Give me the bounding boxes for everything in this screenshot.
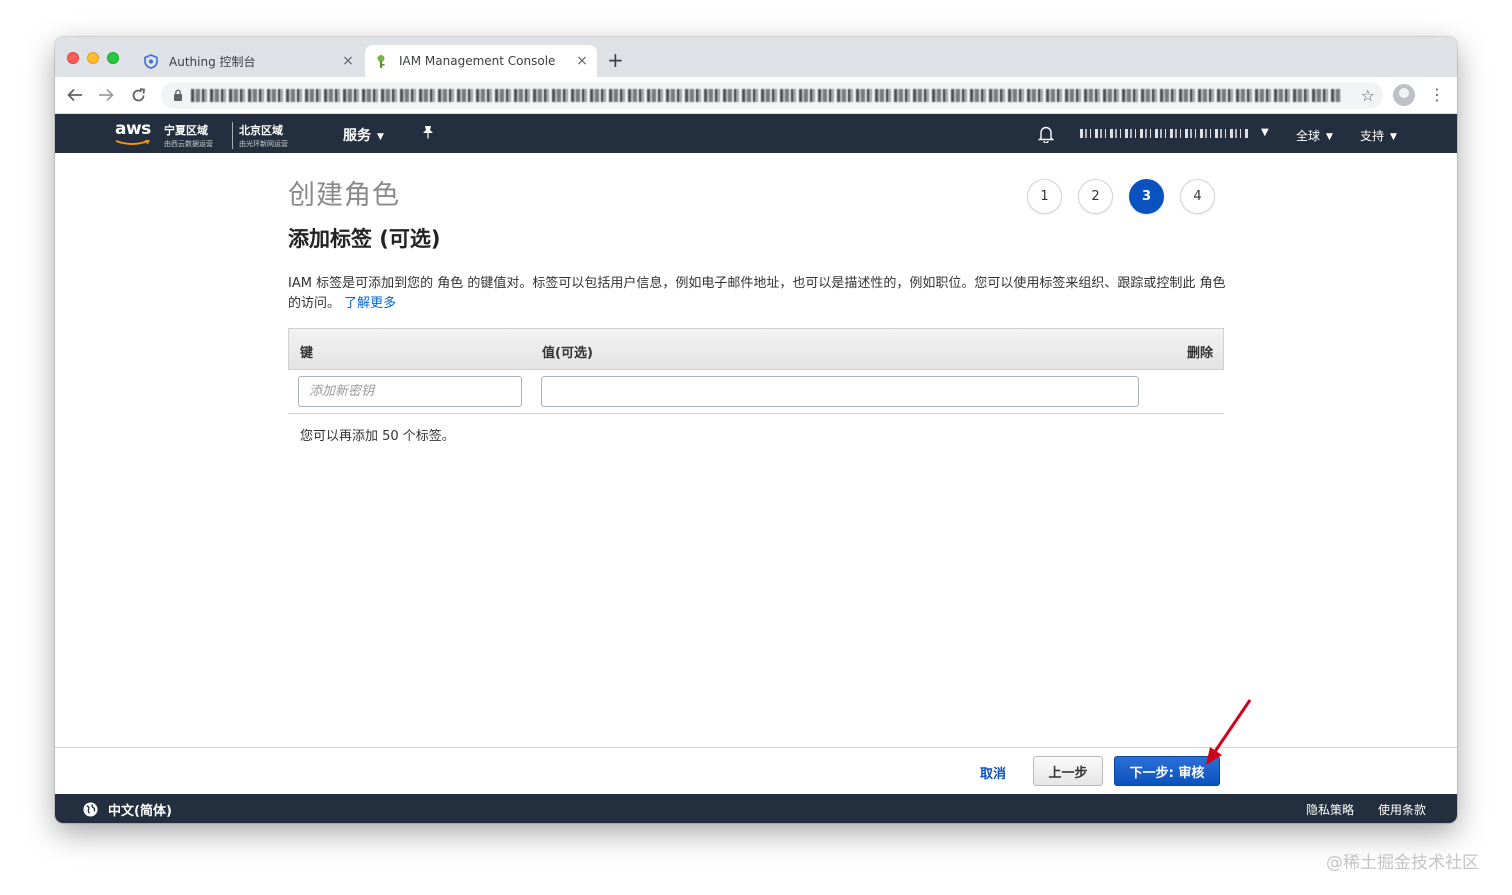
chevron-down-icon: ▼ [1390, 132, 1397, 142]
aws-nav-bar: aws 宁夏区域 由西云数据运营 北京区域 由光环新网运营 服务 ▼ ▼ 全球 ▼ … [55, 114, 1457, 153]
support-label: 支持 [1360, 129, 1385, 143]
services-label: 服务 [343, 128, 371, 144]
tag-value-input[interactable] [541, 376, 1139, 407]
region-name: 北京区域 [239, 124, 283, 137]
tag-key-input[interactable] [298, 376, 522, 407]
forward-icon[interactable] [96, 85, 116, 105]
tags-table: 键 值(可选) 删除 [288, 328, 1224, 414]
profile-avatar[interactable] [1393, 84, 1415, 106]
region-operator: 由西云数据运营 [164, 140, 213, 148]
shield-icon [143, 53, 159, 69]
column-header-key: 键 [300, 346, 314, 361]
tags-description: IAM 标签是可添加到您的 角色 的键值对。标签可以包括用户信息，例如电子邮件地… [288, 274, 1228, 314]
annotation-arrow-icon [1206, 699, 1252, 765]
wizard-steps: 1 2 3 4 [1027, 179, 1215, 214]
lock-icon[interactable] [173, 89, 183, 101]
support-menu[interactable]: 支持 ▼ [1360, 127, 1397, 144]
region-beijing[interactable]: 北京区域 由光环新网运营 [232, 122, 288, 149]
terms-of-use-link[interactable]: 使用条款 [1378, 801, 1426, 818]
minimize-window-button[interactable] [87, 52, 99, 64]
chevron-down-icon: ▼ [377, 132, 384, 142]
table-header: 键 值(可选) 删除 [288, 328, 1224, 370]
close-tab-icon[interactable]: × [339, 52, 357, 70]
learn-more-link[interactable]: 了解更多 [344, 296, 396, 311]
language-selector[interactable]: 中文(简体) [83, 800, 172, 819]
table-row [288, 370, 1224, 414]
remaining-tags-text: 您可以再添加 50 个标签。 [300, 429, 455, 444]
global-region-menu[interactable]: 全球 ▼ [1296, 127, 1333, 144]
watermark-text: @稀土掘金技术社区 [1326, 853, 1479, 873]
more-menu-icon[interactable]: ⋮ [1429, 85, 1445, 104]
tab-strip: Authing 控制台 × IAM Management Console × + [55, 37, 1457, 77]
maximize-window-button[interactable] [107, 52, 119, 64]
close-window-button[interactable] [67, 52, 79, 64]
key-icon [373, 53, 389, 69]
step-3-current: 3 [1129, 179, 1164, 214]
aws-smile-logo-icon [115, 140, 151, 145]
url-text-redacted [191, 89, 1341, 102]
back-icon[interactable] [65, 85, 85, 105]
browser-toolbar: ☆ ⋮ [55, 77, 1457, 114]
language-label: 中文(简体) [108, 804, 172, 819]
page-title: 创建角色 [288, 180, 400, 211]
services-menu[interactable]: 服务 ▼ [343, 125, 384, 145]
new-tab-button[interactable]: + [607, 50, 624, 70]
tab-title: IAM Management Console [399, 54, 556, 68]
cancel-button[interactable]: 取消 [974, 759, 1012, 785]
tab-iam-console[interactable]: IAM Management Console × [365, 45, 597, 77]
pin-icon[interactable] [422, 125, 434, 143]
reload-icon[interactable] [128, 85, 148, 105]
step-4: 4 [1180, 179, 1215, 214]
account-name-redacted[interactable] [1080, 129, 1250, 138]
close-tab-icon[interactable]: × [573, 52, 591, 70]
region-ningxia[interactable]: 宁夏区域 由西云数据运营 [164, 122, 213, 149]
tab-title: Authing 控制台 [169, 54, 256, 69]
aws-logo[interactable]: aws [115, 119, 151, 139]
step-1[interactable]: 1 [1027, 179, 1062, 214]
address-bar[interactable]: ☆ [161, 82, 1383, 109]
globe-icon [83, 802, 98, 817]
section-title: 添加标签 (可选) [288, 227, 441, 251]
previous-button[interactable]: 上一步 [1033, 756, 1103, 786]
region-name: 宁夏区域 [164, 124, 208, 137]
aws-footer-bar: 中文(简体) 隐私策略 使用条款 [55, 794, 1457, 823]
bookmark-star-icon[interactable]: ☆ [1361, 86, 1375, 105]
bell-icon[interactable] [1037, 125, 1055, 144]
privacy-policy-link[interactable]: 隐私策略 [1306, 801, 1354, 818]
chevron-down-icon[interactable]: ▼ [1261, 127, 1269, 138]
main-content: 创建角色 1 2 3 4 添加标签 (可选) IAM 标签是可添加到您的 角色 … [55, 153, 1457, 747]
chevron-down-icon: ▼ [1326, 132, 1333, 142]
column-header-delete: 删除 [1186, 346, 1213, 361]
description-text: IAM 标签是可添加到您的 角色 的键值对。标签可以包括用户信息，例如电子邮件地… [288, 276, 1226, 311]
global-label: 全球 [1296, 129, 1321, 143]
browser-window: Authing 控制台 × IAM Management Console × +… [55, 37, 1457, 823]
column-header-value: 值(可选) [542, 346, 593, 361]
tab-authing[interactable]: Authing 控制台 × [135, 45, 363, 77]
step-2[interactable]: 2 [1078, 179, 1113, 214]
region-operator: 由光环新网运营 [239, 140, 288, 148]
